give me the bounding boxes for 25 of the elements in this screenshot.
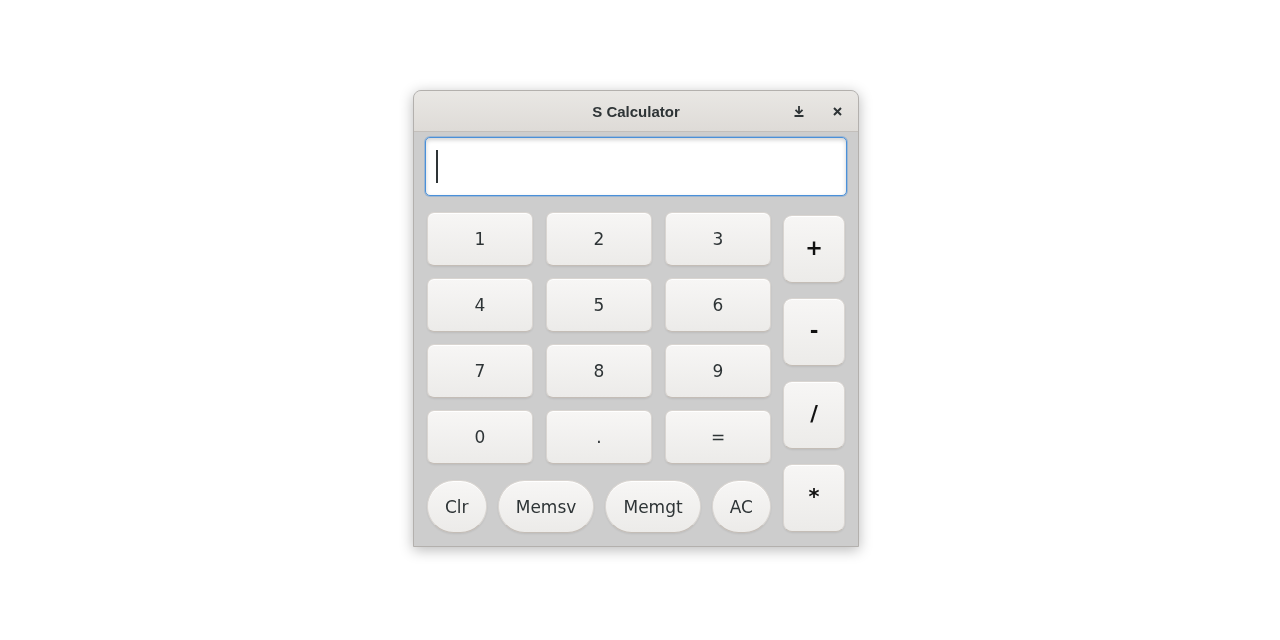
function-button[interactable]: Memgt (605, 480, 701, 533)
keypad-button[interactable]: . (546, 410, 652, 464)
keypad-button[interactable]: 8 (546, 344, 652, 398)
text-cursor (436, 150, 438, 183)
operator-button[interactable]: - (783, 298, 845, 366)
function-button[interactable]: AC (711, 480, 771, 533)
download-icon[interactable] (794, 105, 804, 117)
keypad-button[interactable]: 1 (427, 212, 533, 266)
keypad-button[interactable]: 7 (427, 344, 533, 398)
keypad-button[interactable]: 9 (665, 344, 771, 398)
keypad-button[interactable]: 0 (427, 410, 533, 464)
function-button[interactable]: Clr (427, 480, 487, 533)
keypad-button[interactable]: = (665, 410, 771, 464)
window-title: S Calculator (592, 102, 680, 120)
keypad-button[interactable]: 5 (546, 278, 652, 332)
display-field[interactable] (425, 137, 847, 196)
operator-button[interactable]: / (783, 381, 845, 449)
close-icon[interactable] (833, 106, 842, 116)
keypad-button[interactable]: 3 (665, 212, 771, 266)
keypad-button[interactable]: 6 (665, 278, 771, 332)
keypad-button[interactable]: 2 (546, 212, 652, 266)
function-button[interactable]: Memsv (497, 480, 595, 533)
keypad-button[interactable]: 4 (427, 278, 533, 332)
operator-button[interactable]: * (783, 464, 845, 532)
operator-button[interactable]: + (783, 215, 845, 283)
